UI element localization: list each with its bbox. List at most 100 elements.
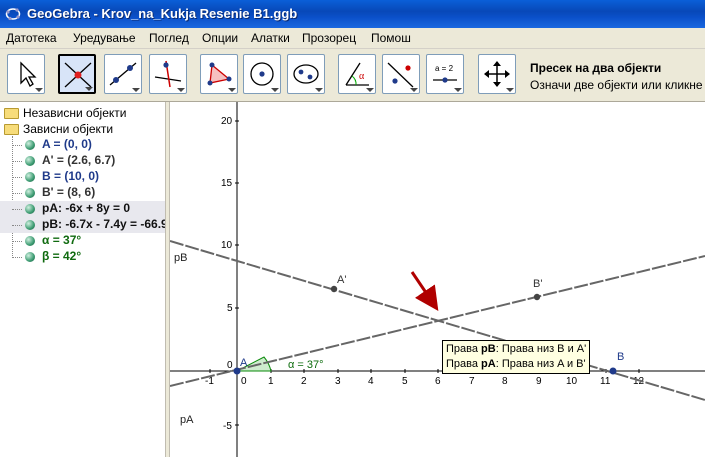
algebra-view: Независни објекти Зависни објекти A = (0… [0, 102, 165, 457]
menu-help[interactable]: Помош [371, 31, 411, 45]
point-B-prime[interactable] [533, 293, 541, 301]
line-pA-label: pA [180, 414, 194, 426]
tooltip-object-name: pB [481, 343, 496, 355]
graphics-view[interactable]: -1 0 1 2 3 4 5 6 7 8 9 10 11 12 20 15 10… [170, 102, 705, 457]
tool-info-help: Означи две објекти или кликне [530, 78, 703, 92]
free-objects-label: Независни објекти [23, 106, 127, 120]
x-tick-label: 9 [536, 376, 542, 387]
pointer-arrow-icon [410, 271, 439, 311]
object-text: β = 42° [42, 249, 82, 263]
tree-branch [12, 209, 22, 210]
x-tick-label: 0 [241, 376, 247, 387]
visibility-toggle-icon[interactable] [25, 204, 35, 214]
tool-info-title: Пресек на два објекти [530, 61, 662, 75]
point-A-label: A [240, 357, 248, 369]
tool-info: Пресек на два објекти Означи две објекти… [530, 61, 703, 92]
visibility-toggle-icon[interactable] [25, 172, 35, 182]
y-tick-label: -5 [223, 421, 232, 432]
menu-edit[interactable]: Уредување [73, 31, 136, 45]
visibility-toggle-icon[interactable] [25, 188, 35, 198]
visibility-toggle-icon[interactable] [25, 236, 35, 246]
object-text: pA: -6x + 8y = 0 [42, 201, 131, 215]
tooltip-text: Права [446, 343, 482, 355]
visibility-toggle-icon[interactable] [25, 156, 35, 166]
point-A-prime-label: A' [337, 274, 346, 286]
dependent-objects-label: Зависни објекти [23, 122, 114, 136]
algebra-object-beta[interactable]: β = 42° [0, 249, 165, 265]
object-text: B = (10, 0) [42, 169, 100, 183]
algebra-object-B-prime[interactable]: B' = (8, 6) [0, 185, 165, 201]
y-tick-label: 5 [227, 303, 233, 314]
title-bar: GeoGebra - Krov_na_Kukja Resenie B1.ggb [0, 0, 705, 28]
algebra-object-A[interactable]: A = (0, 0) [0, 137, 165, 153]
menu-window[interactable]: Прозорец [302, 31, 356, 45]
tree-branch [12, 225, 22, 226]
tooltip-object-name: pA [481, 358, 496, 370]
object-text: A = (0, 0) [42, 137, 92, 151]
y-tick-label: 20 [221, 116, 233, 127]
menu-bar: Датотека Уредување Поглед Опции Алатки П… [0, 28, 705, 49]
tree-branch [12, 177, 22, 178]
conic-tool-button[interactable] [287, 54, 325, 94]
svg-text:a = 2: a = 2 [435, 64, 454, 73]
slider-tool-button[interactable]: a = 2 [426, 54, 464, 94]
tree-branch [12, 161, 22, 162]
x-tick-label: 7 [469, 376, 475, 387]
algebra-object-pA[interactable]: pA: -6x + 8y = 0 [0, 201, 165, 217]
dependent-objects-folder[interactable]: Зависни објекти [0, 122, 165, 138]
ellipse-icon [293, 64, 319, 84]
visibility-toggle-icon[interactable] [25, 220, 35, 230]
move-tool-button[interactable] [7, 54, 45, 94]
cursor-arrow-icon [20, 61, 37, 87]
x-tick-label: 11 [600, 376, 611, 387]
visibility-toggle-icon[interactable] [25, 252, 35, 262]
x-tick-label: 8 [502, 376, 508, 387]
line-tool-button[interactable] [104, 54, 142, 94]
angle-tool-button[interactable]: α [338, 54, 376, 94]
y-tick-label: 0 [227, 360, 233, 371]
y-axis-ticks: 20 15 10 5 0 -5 [221, 116, 239, 432]
algebra-object-B[interactable]: B = (10, 0) [0, 169, 165, 185]
object-text: B' = (8, 6) [42, 185, 96, 199]
menu-options[interactable]: Опции [202, 31, 238, 45]
tree-branch [12, 145, 22, 146]
menu-file[interactable]: Датотека [6, 31, 57, 45]
algebra-object-A-prime[interactable]: A' = (2.6, 6.7) [0, 153, 165, 169]
angle-alpha-label: α = 37° [288, 359, 324, 371]
polygon-icon [207, 62, 232, 86]
point-A-prime[interactable] [330, 285, 338, 293]
tooltip-line-pB: Права pB: Права низ B и A' [446, 342, 586, 357]
angle-icon: α [345, 62, 369, 86]
object-text: pB: -6.7x - 7.4y = -66.9 [42, 217, 165, 231]
polygon-tool-button[interactable] [200, 54, 238, 94]
reflect-about-line-icon [387, 62, 414, 88]
visibility-toggle-icon[interactable] [25, 140, 35, 150]
move-view-tool-button[interactable] [478, 54, 516, 94]
object-text: α = 37° [42, 233, 82, 247]
perpendicular-line-icon [154, 60, 182, 88]
circle-tool-button[interactable] [243, 54, 281, 94]
x-tick-label: 1 [268, 376, 274, 387]
point-B-label: B [617, 351, 624, 363]
perpendicular-tool-button[interactable] [149, 54, 187, 94]
intersect-icon [64, 62, 92, 88]
menu-view[interactable]: Поглед [149, 31, 189, 45]
x-tick-label: 6 [435, 376, 441, 387]
x-tick-label: 10 [566, 376, 578, 387]
move-graphics-view-icon [484, 61, 510, 87]
algebra-object-pB[interactable]: pB: -6.7x - 7.4y = -66.9 [0, 217, 165, 233]
reflect-tool-button[interactable] [382, 54, 420, 94]
geogebra-logo-icon [5, 8, 21, 21]
y-tick-label: 15 [221, 178, 233, 189]
tooltip-text: : Права низ A и B' [495, 358, 586, 370]
free-objects-folder[interactable]: Независни објекти [0, 106, 165, 122]
window-title: GeoGebra - Krov_na_Kukja Resenie B1.ggb [27, 6, 298, 21]
graphics-canvas[interactable]: -1 0 1 2 3 4 5 6 7 8 9 10 11 12 20 15 10… [170, 102, 705, 457]
tooltip-text: Права [446, 358, 482, 370]
point-B[interactable] [609, 367, 617, 375]
intersect-tool-button[interactable] [58, 54, 96, 94]
tree-branch [12, 193, 22, 194]
toolbar: α a = 2 Пресек на два објекти Означи две… [0, 49, 705, 102]
menu-tools[interactable]: Алатки [251, 31, 290, 45]
algebra-object-alpha[interactable]: α = 37° [0, 233, 165, 249]
